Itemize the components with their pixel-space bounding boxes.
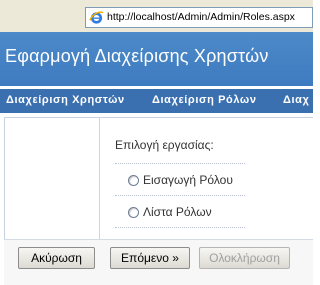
- radio-button[interactable]: [128, 174, 139, 186]
- url-text: http://localhost/Admin/Admin/Roles.aspx: [107, 11, 295, 23]
- wizard-sidebar: [4, 118, 100, 240]
- menu-item-role-management[interactable]: Διαχείριση Ρόλων: [152, 94, 257, 106]
- internet-explorer-icon: [89, 11, 104, 24]
- radio-button[interactable]: [128, 206, 139, 218]
- cancel-button[interactable]: Ακύρωση: [18, 247, 95, 269]
- step-prompt: Επιλογή εργασίας:: [115, 138, 214, 152]
- menu-item-user-management[interactable]: Διαχείριση Χρηστών: [6, 94, 125, 106]
- app-title: Εφαρμογή Διαχείρισης Χρηστών: [5, 46, 269, 66]
- browser-address-bar: http://localhost/Admin/Admin/Roles.aspx: [0, 0, 313, 32]
- option-role-list[interactable]: Λίστα Ρόλων: [128, 205, 212, 219]
- address-field[interactable]: http://localhost/Admin/Admin/Roles.aspx: [85, 7, 313, 28]
- menu-item-more[interactable]: Διαχ: [283, 94, 309, 106]
- option-label: Εισαγωγή Ρόλου: [143, 173, 233, 187]
- finish-button[interactable]: Ολοκλήρωση: [199, 247, 290, 269]
- option-separator: [115, 163, 245, 164]
- option-separator: [115, 195, 245, 196]
- main-menu: Διαχείριση Χρηστών Διαχείριση Ρόλων Διαχ: [0, 89, 313, 113]
- option-separator: [115, 227, 245, 228]
- option-label: Λίστα Ρόλων: [143, 205, 212, 219]
- option-add-role[interactable]: Εισαγωγή Ρόλου: [128, 173, 233, 187]
- next-button[interactable]: Επόμενο »: [110, 247, 190, 269]
- app-banner: Εφαρμογή Διαχείρισης Χρηστών: [0, 32, 313, 86]
